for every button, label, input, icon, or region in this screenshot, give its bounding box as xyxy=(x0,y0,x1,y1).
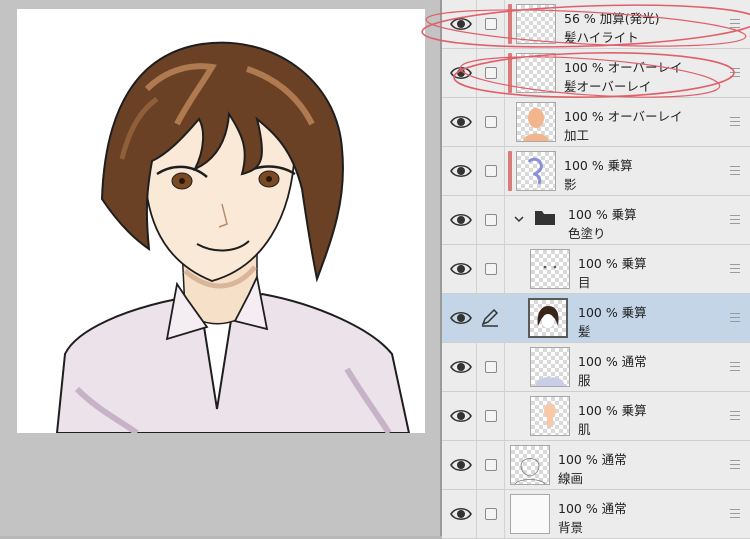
layer-name: 線画 xyxy=(558,471,584,486)
eye-icon[interactable] xyxy=(450,406,472,426)
eye-icon[interactable] xyxy=(450,259,472,279)
eye-icon[interactable] xyxy=(450,112,472,132)
drag-handle-icon[interactable] xyxy=(730,166,740,175)
drag-handle-icon[interactable] xyxy=(730,264,740,273)
layer-name: 背景 xyxy=(558,520,584,535)
layer-thumbnail xyxy=(516,151,556,191)
layer-row-lineart[interactable]: 100 % 通常 線画 xyxy=(442,441,750,490)
layer-panel: 56 % 加算(発光) 髪ハイライト 100 % オーバーレイ 髪オーバーレイ … xyxy=(440,0,750,539)
folder-icon xyxy=(535,211,555,225)
clipping-indicator xyxy=(508,4,512,44)
layer-folder-coloring[interactable]: 100 % 乗算 色塗り xyxy=(442,196,750,245)
layer-thumbnail xyxy=(530,249,570,289)
drag-handle-icon[interactable] xyxy=(730,313,740,322)
eye-icon[interactable] xyxy=(450,63,472,83)
drag-handle-icon[interactable] xyxy=(730,117,740,126)
drag-handle-icon[interactable] xyxy=(730,362,740,371)
layer-row-hair-overlay[interactable]: 100 % オーバーレイ 髪オーバーレイ xyxy=(442,49,750,98)
eye-icon[interactable] xyxy=(450,210,472,230)
layer-thumbnail xyxy=(516,4,556,44)
layer-lock-checkbox[interactable] xyxy=(485,263,497,275)
layer-lock-checkbox[interactable] xyxy=(485,214,497,226)
chevron-down-icon[interactable] xyxy=(514,214,524,224)
clipping-indicator xyxy=(508,53,512,93)
drag-handle-icon[interactable] xyxy=(730,19,740,28)
drag-handle-icon[interactable] xyxy=(730,215,740,224)
eye-icon[interactable] xyxy=(450,357,472,377)
layer-name: 髪 xyxy=(578,324,591,339)
drag-handle-icon[interactable] xyxy=(730,68,740,77)
layer-thumbnail xyxy=(510,494,550,534)
layer-blend-mode: 56 % 加算(発光) xyxy=(564,11,660,26)
layer-blend-mode: 100 % 通常 xyxy=(578,354,647,369)
layer-lock-checkbox[interactable] xyxy=(485,165,497,177)
layer-name: 肌 xyxy=(578,422,591,437)
layer-row-hair-highlight[interactable]: 56 % 加算(発光) 髪ハイライト xyxy=(442,0,750,49)
layer-name: 加工 xyxy=(564,128,590,143)
layer-name: 目 xyxy=(578,275,591,290)
layer-lock-checkbox[interactable] xyxy=(485,459,497,471)
eye-icon[interactable] xyxy=(450,14,472,34)
eye-icon[interactable] xyxy=(450,455,472,475)
layer-thumbnail xyxy=(516,102,556,142)
layer-blend-mode: 100 % 乗算 xyxy=(578,256,647,271)
drag-handle-icon[interactable] xyxy=(730,509,740,518)
layer-name: 服 xyxy=(578,373,591,388)
layer-lock-checkbox[interactable] xyxy=(485,361,497,373)
layer-blend-mode: 100 % オーバーレイ xyxy=(564,109,683,124)
layer-lock-checkbox[interactable] xyxy=(485,116,497,128)
layer-row-background[interactable]: 100 % 通常 背景 xyxy=(442,490,750,539)
layer-blend-mode: 100 % 乗算 xyxy=(578,403,647,418)
layer-lock-checkbox[interactable] xyxy=(485,410,497,422)
drawing-canvas[interactable] xyxy=(17,9,425,433)
layer-thumbnail xyxy=(530,347,570,387)
layer-blend-mode: 100 % オーバーレイ xyxy=(564,60,683,75)
layer-blend-mode: 100 % 通常 xyxy=(558,452,627,467)
layer-name: 影 xyxy=(564,177,577,192)
layer-name: 色塗り xyxy=(568,226,606,241)
layer-name: 髪オーバーレイ xyxy=(564,79,652,94)
layer-lock-checkbox[interactable] xyxy=(485,18,497,30)
layer-row-processing[interactable]: 100 % オーバーレイ 加工 xyxy=(442,98,750,147)
eye-icon[interactable] xyxy=(450,308,472,328)
layer-thumbnail xyxy=(530,396,570,436)
eye-icon[interactable] xyxy=(450,504,472,524)
canvas-area[interactable] xyxy=(0,0,440,536)
pen-icon xyxy=(481,308,499,327)
layer-blend-mode: 100 % 乗算 xyxy=(578,305,647,320)
layer-thumbnail xyxy=(516,53,556,93)
layer-row-clothes[interactable]: 100 % 通常 服 xyxy=(442,343,750,392)
layer-row-skin[interactable]: 100 % 乗算 肌 xyxy=(442,392,750,441)
layer-blend-mode: 100 % 乗算 xyxy=(568,207,637,222)
layer-row-shadow[interactable]: 100 % 乗算 影 xyxy=(442,147,750,196)
layer-thumbnail xyxy=(528,298,568,338)
drag-handle-icon[interactable] xyxy=(730,411,740,420)
drag-handle-icon[interactable] xyxy=(730,460,740,469)
layer-row-hair[interactable]: 100 % 乗算 髪 xyxy=(442,294,750,343)
layer-name: 髪ハイライト xyxy=(564,30,639,45)
clipping-indicator xyxy=(508,151,512,191)
layer-lock-checkbox[interactable] xyxy=(485,508,497,520)
eye-icon[interactable] xyxy=(450,161,472,181)
layer-lock-checkbox[interactable] xyxy=(485,67,497,79)
layer-blend-mode: 100 % 通常 xyxy=(558,501,627,516)
layer-row-eyes[interactable]: 100 % 乗算 目 xyxy=(442,245,750,294)
layer-thumbnail xyxy=(510,445,550,485)
layer-blend-mode: 100 % 乗算 xyxy=(564,158,633,173)
character-illustration xyxy=(55,41,411,433)
